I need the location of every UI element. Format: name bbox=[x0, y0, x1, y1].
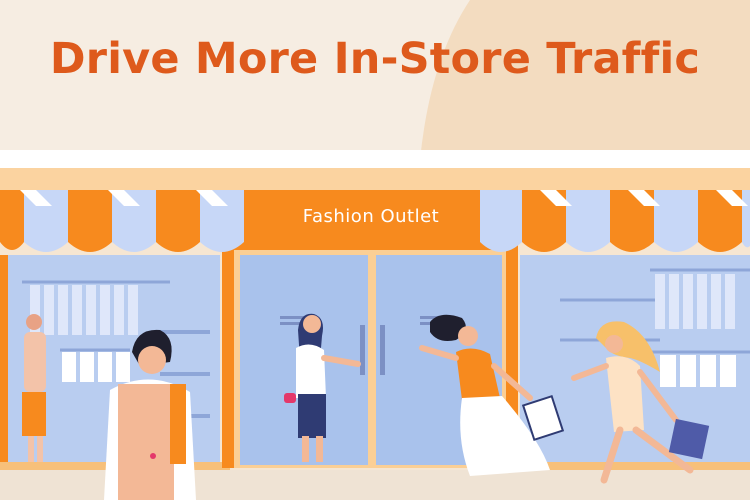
page-title: Drive More In-Store Traffic bbox=[49, 34, 701, 84]
door-handle-right bbox=[380, 325, 385, 375]
awning-right bbox=[480, 190, 750, 252]
shopping-bag-blue bbox=[668, 418, 710, 460]
white-band bbox=[0, 150, 750, 168]
store-sign-text: Fashion Outlet bbox=[302, 206, 440, 227]
awning-left bbox=[0, 190, 262, 252]
door-handle-left bbox=[360, 325, 365, 375]
promo-illustration: Fashion Outlet Drive More In-Store Traff… bbox=[0, 0, 750, 500]
facade-top bbox=[0, 168, 750, 190]
